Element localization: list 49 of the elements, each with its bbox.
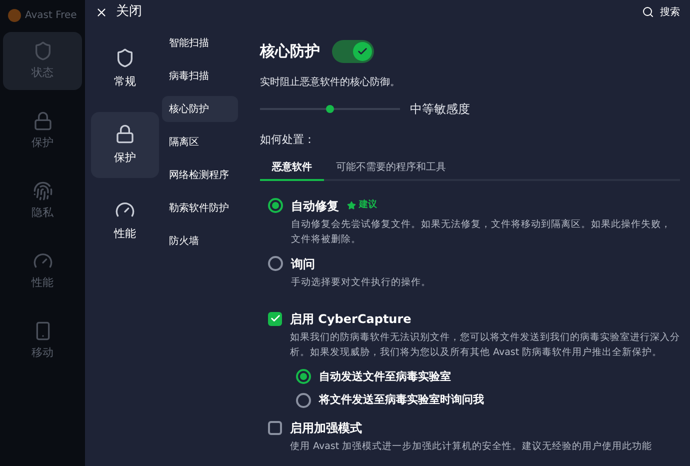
checkbox[interactable] (268, 420, 282, 434)
category-tab[interactable]: 性能 (91, 188, 159, 254)
option-description: 手动选择要对文件执行的操作。 (290, 276, 432, 290)
option-description: 如果我们的防病毒软件无法识别文件，您可以将文件发送到我们的病毒实验室进行深入分析。如果发现威胁，我们将为您以及所有其他 Avast 防病毒软件用户推出全新保护。 (289, 330, 680, 360)
shield-icon (32, 40, 52, 61)
check-icon (270, 313, 280, 324)
lock-icon (32, 110, 52, 131)
option-label: 启用加强模式 (290, 420, 362, 436)
recommended-label: 建议 (359, 198, 377, 212)
category-tab[interactable]: 保护 (91, 112, 159, 178)
star-icon (347, 201, 356, 210)
app-title: Avast Free (25, 8, 77, 22)
option-label: 自动发送文件至病毒实验室 (319, 368, 451, 384)
category-tab[interactable]: 常规 (91, 36, 159, 102)
sensitivity-slider[interactable] (260, 104, 400, 114)
search-button[interactable]: 搜索 (642, 4, 680, 20)
option-label: 将文件发送至病毒实验室时询问我 (319, 392, 484, 408)
fingerprint-icon (32, 180, 52, 201)
option-label: 自动修复 (291, 198, 339, 214)
radio-button[interactable] (296, 369, 311, 384)
option-label: 询问 (291, 256, 315, 272)
option-description: 自动修复会先尝试修复文件。如果无法修复，文件将移动到隔离区。如果此操作失败，文件将被删除。 (290, 218, 672, 246)
option-label: 启用 CyberCapture (290, 310, 412, 328)
app-logo (8, 8, 21, 22)
toggle-switch[interactable] (332, 40, 374, 63)
radio-button[interactable] (268, 198, 283, 213)
subnav-item[interactable]: 隔离区 (162, 129, 238, 155)
tab[interactable]: 恶意软件 (260, 156, 324, 180)
radio-button[interactable] (268, 256, 283, 271)
page-title: 核心防护 (260, 41, 320, 62)
search-icon (642, 6, 654, 18)
subnav-item[interactable]: 网络检测程序 (162, 162, 238, 188)
close-icon (95, 6, 108, 18)
sensitivity-label: 中等敏感度 (410, 101, 470, 118)
subnav-item[interactable]: 勒索软件防护 (162, 195, 238, 221)
description-text: 实时阻止恶意软件的核心防御。 (260, 76, 401, 90)
shield-icon (115, 48, 135, 68)
tab[interactable]: 可能不需要的程序和工具 (324, 156, 458, 180)
radio-button[interactable] (296, 392, 311, 408)
option-description: 使用 Avast 加强模式进一步加强此计算机的安全性。建议无经验的用户使用此功能 (289, 440, 654, 454)
subnav-item[interactable]: 病毒扫描 (162, 63, 238, 89)
checkbox[interactable] (268, 312, 282, 326)
subnav-item[interactable]: 核心防护 (162, 96, 238, 122)
section-heading: 如何处置： (260, 132, 316, 148)
check-icon (357, 46, 368, 57)
lock-icon (115, 124, 135, 144)
close-button[interactable]: 关闭 (95, 2, 142, 22)
subnav-item[interactable]: 智能扫描 (162, 30, 238, 56)
subnav-item[interactable]: 防火墙 (162, 228, 238, 254)
